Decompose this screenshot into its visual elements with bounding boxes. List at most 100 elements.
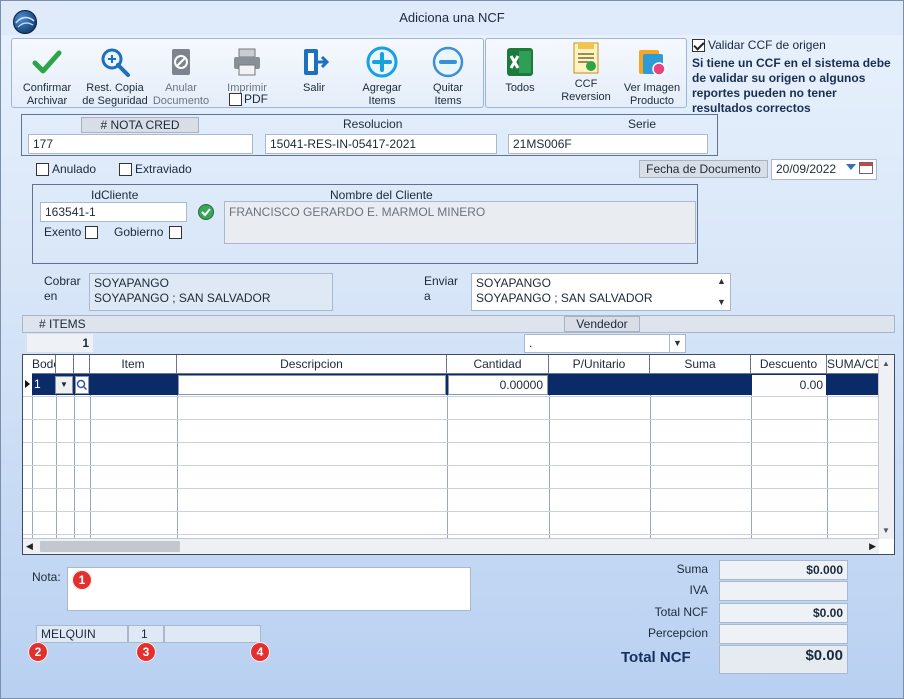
bodega-chevron-down-icon[interactable]: ▼ <box>55 376 73 394</box>
num-field: 1 <box>128 625 164 643</box>
resolucion-field[interactable]: 15041-RES-IN-05417-2021 <box>265 134 497 154</box>
suma-label: Suma <box>676 562 708 576</box>
col-suma[interactable]: Suma <box>650 355 751 374</box>
col-blank[interactable] <box>56 355 74 374</box>
exento-checkbox[interactable] <box>85 226 98 239</box>
search-icon[interactable] <box>75 376 89 394</box>
serie-label: Serie <box>628 117 657 131</box>
view-image-label: Ver Imagen Producto <box>623 82 681 107</box>
window-title: Adiciona una NCF <box>399 10 505 25</box>
cancel-document-label: Anular Documento <box>152 82 210 107</box>
col-suma-cd[interactable]: SUMA/CD <box>827 355 879 374</box>
cobrar-line-2: SOYAPANGO ; SAN SALVADOR <box>94 291 271 305</box>
ncf-window: Adiciona una NCF Confirmar Archivar Rest… <box>0 0 904 699</box>
grid-row-line <box>23 488 879 489</box>
remove-items-label: Quitar Items <box>433 82 463 107</box>
scroll-down-icon[interactable]: ▼ <box>717 297 726 307</box>
confirm-archive-button[interactable]: Confirmar Archivar <box>16 45 78 108</box>
pdf-checkbox[interactable] <box>229 93 242 106</box>
row-cantidad-input[interactable]: 0.00000 <box>448 375 548 395</box>
exit-door-icon <box>304 49 330 75</box>
row-descripcion-input[interactable] <box>178 375 446 395</box>
vendedor-chevron-down-icon[interactable]: ▼ <box>669 335 685 352</box>
items-count: 1 <box>27 334 93 352</box>
scroll-up-icon[interactable]: ▲ <box>717 276 726 286</box>
resolucion-label: Resolucion <box>343 117 403 131</box>
all-label: Todos <box>505 82 535 94</box>
col-p-unitario[interactable]: P/Unitario <box>549 355 650 374</box>
calendar-icon[interactable] <box>859 162 873 174</box>
grid-row-line <box>23 511 879 512</box>
print-button[interactable]: Imprimir <box>216 45 278 95</box>
grid-line <box>549 374 550 539</box>
iva-label: IVA <box>689 583 708 597</box>
enviar-line-2: SOYAPANGO ; SAN SALVADOR <box>476 291 653 305</box>
printer-icon <box>234 48 260 76</box>
items-bar <box>22 315 895 333</box>
scroll-down-icon[interactable]: ▼ <box>882 526 890 535</box>
percepcion-label: Percepcion <box>647 626 708 640</box>
ccf-reversion-button[interactable]: CCF Reversion <box>556 41 616 104</box>
items-label: # ITEMS <box>39 317 86 331</box>
validate-ccf-checkbox[interactable] <box>692 39 705 52</box>
grand-total-value: $0.00 <box>719 645 848 674</box>
nota-cred-field[interactable]: 177 <box>28 134 253 154</box>
col-bodega[interactable]: Bodega <box>32 355 56 374</box>
row-bodega[interactable]: 1 <box>34 377 41 391</box>
date-dropdown-icon[interactable] <box>846 164 856 170</box>
nota-cred-header: # NOTA CRED <box>81 117 199 133</box>
col-search[interactable] <box>74 355 90 374</box>
grid-line <box>827 374 828 539</box>
scroll-up-icon[interactable]: ▲ <box>882 359 890 368</box>
badge-2: 2 <box>28 642 48 662</box>
anulado-checkbox[interactable] <box>36 163 49 176</box>
percepcion-value <box>719 624 848 644</box>
grid-line <box>650 374 651 539</box>
add-items-button[interactable]: Agregar Items <box>350 45 414 108</box>
grid-row-line <box>23 442 879 443</box>
exit-button[interactable]: Salir <box>284 45 344 95</box>
enviar-a-field[interactable]: SOYAPANGO SOYAPANGO ; SAN SALVADOR <box>471 273 731 311</box>
scroll-right-icon[interactable]: ▶ <box>869 541 876 552</box>
grid-line <box>56 374 57 539</box>
total-ncf-value: $0.00 <box>719 603 848 623</box>
remove-items-button[interactable]: Quitar Items <box>416 45 480 108</box>
grid-line <box>177 374 178 539</box>
user-field: MELQUIN <box>36 625 128 643</box>
vendedor-value: . <box>529 336 533 350</box>
row-descuento[interactable]: 0.00 <box>752 375 826 395</box>
vendedor-select[interactable]: . <box>524 334 686 353</box>
grand-total-label: Total NCF <box>621 649 691 666</box>
anulado-label: Anulado <box>52 162 97 176</box>
validate-ccf-label: Validar CCF de origen <box>708 38 826 52</box>
nota-label: Nota: <box>32 570 61 584</box>
total-ncf-label: Total NCF <box>654 605 708 619</box>
nota-textarea[interactable] <box>67 567 471 611</box>
client-valid-icon <box>198 204 214 220</box>
restore-backup-button[interactable]: Rest. Copia de Seguridad <box>80 45 150 108</box>
scroll-thumb[interactable] <box>40 541 180 552</box>
items-grid[interactable]: Bodega Item Descripcion Cantidad P/Unita… <box>22 354 895 555</box>
cobrar-en-field[interactable]: SOYAPANGO SOYAPANGO ; SAN SALVADOR <box>89 273 333 311</box>
scroll-left-icon[interactable]: ◀ <box>26 541 33 552</box>
col-descuento[interactable]: Descuento <box>751 355 827 374</box>
extraviado-checkbox[interactable] <box>119 163 132 176</box>
badge-3: 3 <box>136 642 156 662</box>
enviar-line-1: SOYAPANGO <box>476 276 551 290</box>
product-image-icon <box>639 50 666 76</box>
extraviado-label: Extraviado <box>135 162 192 176</box>
vendedor-label: Vendedor <box>564 316 640 332</box>
id-cliente-field[interactable]: 163541-1 <box>40 202 187 222</box>
cancel-document-button[interactable]: Anular Documento <box>150 45 212 108</box>
grid-horizontal-scrollbar[interactable]: ◀ ▶ <box>23 538 879 554</box>
col-item[interactable]: Item <box>90 355 177 374</box>
all-excel-button[interactable]: Todos <box>492 45 548 95</box>
col-cantidad[interactable]: Cantidad <box>447 355 549 374</box>
gobierno-checkbox[interactable] <box>169 226 182 239</box>
view-product-image-button[interactable]: Ver Imagen Producto <box>620 45 684 108</box>
grid-line <box>74 374 75 539</box>
serie-field[interactable]: 21MS006F <box>508 134 708 154</box>
col-descripcion[interactable]: Descripcion <box>177 355 447 374</box>
grid-vertical-scrollbar[interactable]: ▲ ▼ <box>878 355 894 539</box>
enviar-a-label: Enviar a <box>424 274 459 303</box>
